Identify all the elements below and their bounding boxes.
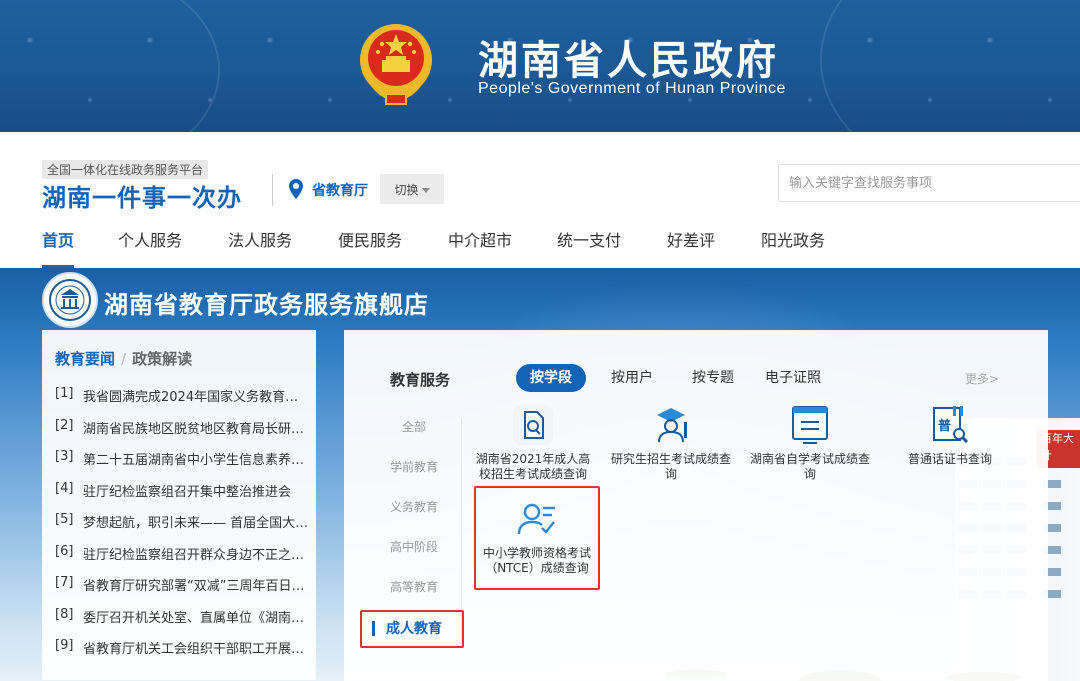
service-label: 研究生招生考试成绩查询	[610, 452, 731, 481]
tab-education-news[interactable]: 教育要闻	[55, 350, 115, 368]
banner-swirl	[820, 0, 1080, 132]
category-all[interactable]: 全部	[364, 418, 464, 435]
news-item[interactable]: [4] 驻厅纪检监察组召开集中整治推进会	[55, 481, 313, 513]
service-label: 湖南省2021年成人高校招生考试成绩查询	[475, 452, 591, 481]
nav-evaluation[interactable]: 好差评	[667, 228, 715, 268]
highlight-box-service	[474, 486, 600, 590]
location-pin-icon	[289, 179, 303, 199]
platform-tag: 全国一体化在线政务服务平台	[42, 160, 209, 179]
nav-personal-services[interactable]: 个人服务	[118, 228, 182, 268]
nav-open-government[interactable]: 阳光政务	[761, 228, 825, 268]
nav-intermediary-market[interactable]: 中介超市	[448, 228, 512, 268]
category-high-school[interactable]: 高中阶段	[364, 538, 464, 555]
news-item[interactable]: [8]委厅召开机关处室、直属单位《湖南省教育强省建设》	[55, 607, 313, 639]
more-link[interactable]: 更多>	[965, 370, 999, 387]
monitor-doc-icon	[787, 402, 833, 448]
switch-label: 切换	[394, 182, 419, 197]
brand-logo-text[interactable]: 湖南一件事一次办	[42, 178, 242, 213]
category-preschool[interactable]: 学前教育	[364, 458, 464, 475]
service-label: 普通话证书查询	[907, 452, 992, 466]
service-mandarin-certificate[interactable]: 普 普通话证书查询	[885, 402, 1015, 482]
government-title-en: People's Government of Hunan Province	[478, 80, 786, 97]
news-panel: 教育要闻 / 政策解读 [1]我省圆满完成2024年国家义务教育质量监测工作 [2]…	[42, 330, 316, 680]
news-item[interactable]: [9]省教育厅机关工会组织干部职工开展健步走活动	[55, 638, 313, 670]
tab-policy-interpretation[interactable]: 政策解读	[132, 350, 192, 368]
site-header: 全国一体化在线政务服务平台 湖南一件事一次办 省教育厅 切换 首页 个人服务 法…	[0, 132, 1080, 268]
flagship-store-section: 百年大计 湖南省教育厅政务服务旗舰店 教育要闻/政策解读 [1]我省圆满完成20…	[0, 268, 1080, 681]
nav-home[interactable]: 首页	[42, 228, 75, 268]
news-item[interactable]: [2]湖南省民族地区脱贫地区教育局长研修班开班	[55, 418, 313, 450]
tab-by-user[interactable]: 按用户	[611, 364, 653, 392]
store-title: 湖南省教育厅政务服务旗舰店	[104, 291, 429, 319]
services-title: 教育服务	[390, 371, 451, 389]
nav-legal-entity-services[interactable]: 法人服务	[228, 228, 292, 268]
nav-convenience-services[interactable]: 便民服务	[338, 228, 402, 268]
education-department-logo	[42, 272, 98, 328]
service-self-study-exam-score[interactable]: 湖南省自学考试成绩查询	[745, 402, 875, 482]
government-title-cn: 湖南省人民政府	[478, 38, 779, 84]
news-item[interactable]: [7]省教育厅研究部署“双减”三周年百日攻坚行动	[55, 575, 313, 607]
national-emblem-icon	[360, 24, 432, 105]
news-item[interactable]: [3]第二十五届湖南省中小学生信息素养提升实践活动	[55, 449, 313, 481]
tab-by-topic[interactable]: 按专题	[692, 364, 734, 392]
tab-e-certificate[interactable]: 电子证照	[765, 364, 821, 392]
svg-text:普: 普	[938, 418, 951, 434]
chevron-down-icon	[421, 187, 430, 193]
switch-location-button[interactable]: 切换	[380, 174, 444, 204]
tab-by-stage[interactable]: 按学段	[516, 364, 586, 392]
highlight-box-category	[360, 610, 464, 648]
news-tabs: 教育要闻 / 政策解读	[55, 348, 192, 369]
news-item[interactable]: [1]我省圆满完成2024年国家义务教育质量监测工作	[55, 386, 313, 418]
news-item[interactable]: [6]驻厅纪检监察组召开群众身边不正之风和腐败问题	[55, 544, 313, 576]
category-higher-education[interactable]: 高等教育	[364, 578, 464, 595]
header-divider	[272, 174, 273, 206]
banner-swirl	[0, 0, 220, 132]
graduate-icon	[648, 402, 694, 448]
service-search-input[interactable]	[778, 164, 1080, 202]
university-seal-icon	[49, 279, 91, 321]
news-item[interactable]: [5]梦想起航，职引未来—— 首届全国大学生职业规划大赛	[55, 512, 313, 544]
document-search-icon	[510, 402, 556, 448]
service-label: 湖南省自学考试成绩查询	[749, 452, 870, 481]
category-compulsory[interactable]: 义务教育	[364, 498, 464, 515]
certificate-search-icon: 普	[927, 402, 973, 448]
main-nav: 首页 个人服务 法人服务 便民服务 中介超市 统一支付 好差评 阳光政务	[0, 228, 1080, 268]
current-location: 省教育厅	[312, 183, 368, 199]
service-adult-college-score[interactable]: 湖南省2021年成人高校招生考试成绩查询	[468, 402, 598, 482]
service-postgraduate-score[interactable]: 研究生招生考试成绩查询	[606, 402, 736, 482]
nav-unified-payment[interactable]: 统一支付	[557, 228, 621, 268]
government-banner: 湖南省人民政府 People's Government of Hunan Pro…	[0, 0, 1080, 132]
news-list: [1]我省圆满完成2024年国家义务教育质量监测工作 [2]湖南省民族地区脱贫地…	[55, 386, 313, 670]
tab-separator: /	[121, 350, 127, 368]
education-services-panel: 教育服务 按学段 按用户 按专题 电子证照 更多> 全部 学前教育 义务教育 高…	[344, 330, 1048, 681]
